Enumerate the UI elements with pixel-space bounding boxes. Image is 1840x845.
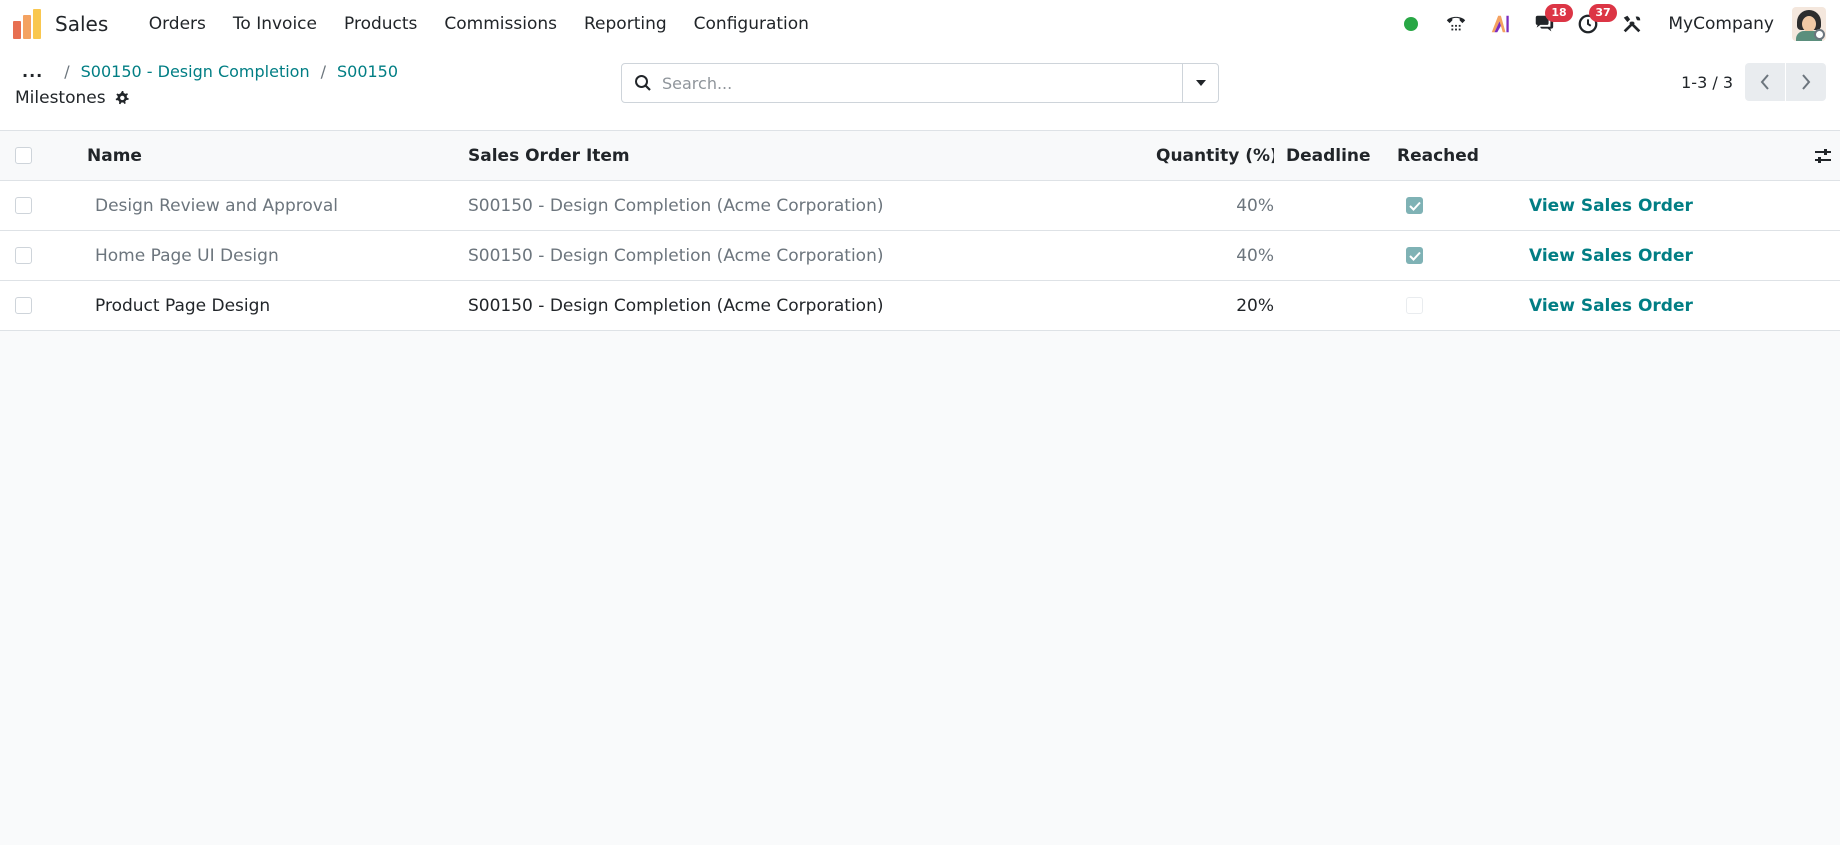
app-name[interactable]: Sales: [55, 12, 108, 36]
column-header-reached[interactable]: Reached: [1397, 146, 1529, 166]
view-sales-order-button[interactable]: View Sales Order: [1529, 246, 1693, 266]
caret-down-icon: [1195, 80, 1206, 86]
search-input[interactable]: [662, 73, 1182, 93]
breadcrumb: ... / S00150 - Design Completion / S0015…: [22, 62, 398, 81]
debug-tools-icon[interactable]: [1620, 12, 1644, 36]
action-cell: View Sales Order: [1529, 196, 1800, 216]
pager-previous-button[interactable]: [1745, 63, 1785, 101]
column-header-name[interactable]: Name: [87, 146, 468, 166]
menu-item-commissions[interactable]: Commissions: [431, 0, 571, 48]
menu-item-products[interactable]: Products: [331, 0, 431, 48]
messages-badge: 18: [1545, 4, 1573, 22]
sales-order-item-cell[interactable]: S00150 - Design Completion (Acme Corpora…: [468, 296, 1156, 316]
select-all-cell: [0, 147, 87, 164]
sales-app-icon[interactable]: [13, 9, 43, 39]
chevron-right-icon: [1802, 74, 1811, 90]
column-header-quantity[interactable]: Quantity (%): [1156, 146, 1274, 166]
messages-icon[interactable]: 18: [1532, 4, 1573, 36]
page-title-row: Milestones: [15, 88, 130, 108]
table-row[interactable]: Home Page UI Design S00150 - Design Comp…: [0, 231, 1840, 281]
name-cell[interactable]: Design Review and Approval: [87, 196, 468, 216]
table-row[interactable]: Design Review and Approval S00150 - Desi…: [0, 181, 1840, 231]
breadcrumb-separator: /: [320, 62, 326, 81]
optional-columns-toggle[interactable]: [1800, 148, 1840, 164]
reached-cell: [1397, 197, 1529, 214]
chevron-left-icon: [1760, 74, 1769, 90]
select-all-checkbox[interactable]: [15, 147, 32, 164]
quantity-cell[interactable]: 40%: [1156, 246, 1274, 266]
milestone-name: Design Review and Approval: [95, 195, 338, 216]
activities-badge: 37: [1589, 4, 1617, 22]
breadcrumb-item-sales-order[interactable]: S00150: [337, 62, 398, 81]
sliders-icon: [1815, 148, 1831, 163]
breadcrumb-collapsed-button[interactable]: ...: [22, 62, 43, 81]
reached-checkbox-checked[interactable]: [1406, 247, 1423, 264]
phone-icon[interactable]: [1444, 12, 1468, 36]
breadcrumb-separator: /: [64, 62, 70, 81]
breadcrumb-item-sales-order-line[interactable]: S00150 - Design Completion: [81, 62, 310, 81]
menu-item-reporting[interactable]: Reporting: [571, 0, 681, 48]
view-sales-order-button[interactable]: View Sales Order: [1529, 296, 1693, 316]
action-cell: View Sales Order: [1529, 246, 1800, 266]
name-cell[interactable]: Home Page UI Design: [87, 246, 468, 266]
gear-icon[interactable]: [114, 90, 130, 106]
sales-order-item-cell[interactable]: S00150 - Design Completion (Acme Corpora…: [468, 246, 1156, 266]
row-select-cell: [0, 247, 87, 264]
column-header-deadline[interactable]: Deadline: [1274, 146, 1397, 166]
pager-next-button[interactable]: [1786, 63, 1826, 101]
checkmark-icon: [1408, 201, 1421, 211]
row-checkbox[interactable]: [15, 197, 32, 214]
menu-item-configuration[interactable]: Configuration: [680, 0, 822, 48]
milestone-name: Product Page Design: [95, 295, 271, 316]
row-select-cell: [0, 297, 87, 314]
row-checkbox[interactable]: [15, 297, 32, 314]
column-header-sales-order-item[interactable]: Sales Order Item: [468, 146, 1156, 166]
quantity-cell[interactable]: 40%: [1156, 196, 1274, 216]
ai-icon[interactable]: [1488, 12, 1512, 36]
table-row[interactable]: Product Page Design S00150 - Design Comp…: [0, 281, 1840, 331]
reached-checkbox-checked[interactable]: [1406, 197, 1423, 214]
navbar-systray: 18 37 MyCompany: [1404, 4, 1826, 41]
company-switcher[interactable]: MyCompany: [1668, 14, 1774, 34]
menu-item-to-invoice[interactable]: To Invoice: [219, 0, 330, 48]
reached-checkbox-unchecked[interactable]: [1406, 297, 1423, 314]
activities-clock-icon[interactable]: 37: [1576, 4, 1617, 36]
control-panel: ... / S00150 - Design Completion / S0015…: [0, 48, 1840, 131]
reached-cell: [1397, 297, 1529, 314]
search-box: [622, 64, 1182, 102]
main-menu: Orders To Invoice Products Commissions R…: [135, 0, 822, 48]
search-icon: [634, 74, 652, 92]
checkmark-icon: [1408, 251, 1421, 261]
list-header: Name Sales Order Item Quantity (%) Deadl…: [0, 131, 1840, 181]
pager: 1-3 / 3: [1681, 63, 1826, 101]
quantity-cell[interactable]: 20%: [1156, 296, 1274, 316]
page-title: Milestones: [15, 88, 106, 108]
user-avatar[interactable]: [1792, 7, 1826, 41]
presence-status-icon[interactable]: [1404, 17, 1419, 31]
search-options-toggle[interactable]: [1182, 64, 1218, 102]
action-cell: View Sales Order: [1529, 296, 1800, 316]
view-sales-order-button[interactable]: View Sales Order: [1529, 196, 1693, 216]
reached-cell: [1397, 247, 1529, 264]
pager-value[interactable]: 1-3 / 3: [1681, 73, 1733, 92]
milestone-name: Home Page UI Design: [95, 245, 279, 266]
row-select-cell: [0, 197, 87, 214]
milestones-list: Name Sales Order Item Quantity (%) Deadl…: [0, 131, 1840, 331]
name-cell[interactable]: Product Page Design: [87, 296, 468, 316]
row-checkbox[interactable]: [15, 247, 32, 264]
top-navbar: Sales Orders To Invoice Products Commiss…: [0, 0, 1840, 48]
sales-order-item-cell[interactable]: S00150 - Design Completion (Acme Corpora…: [468, 196, 1156, 216]
search-bar: [621, 63, 1219, 103]
menu-item-orders[interactable]: Orders: [135, 0, 219, 48]
